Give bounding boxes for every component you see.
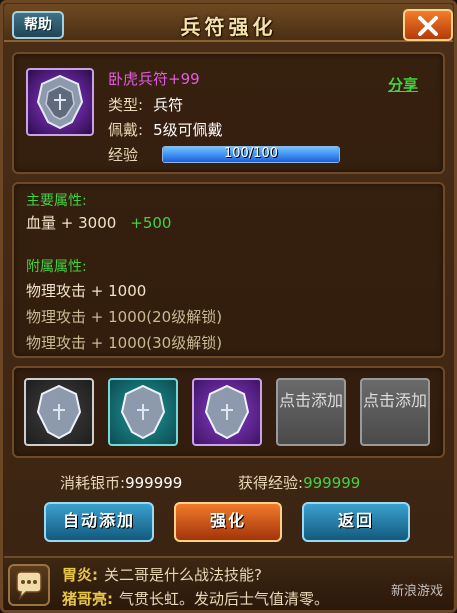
chat-speaker: 猪哥亮: [62, 590, 113, 608]
auto-add-button[interactable]: 自动添加 [44, 502, 154, 542]
chat-button[interactable] [8, 564, 50, 606]
material-slot-1[interactable] [24, 378, 94, 446]
exp-label: 经验 [108, 146, 139, 164]
close-button[interactable] [403, 9, 453, 41]
sub-attribute-row-locked: 物理攻击 + 1000(30级解锁) [26, 334, 223, 352]
exp-gain-label: 获得经验: [238, 474, 304, 492]
share-link[interactable]: 分享 [388, 74, 418, 95]
tiger-tally-icon [36, 74, 84, 130]
material-slots-panel: 点击添加 点击添加 [12, 366, 445, 458]
silver-cost-label: 消耗银币: [60, 474, 126, 492]
attributes-panel: 主要属性: 血量 + 3000 +500 附属属性: 物理攻击 + 1000 物理… [12, 182, 445, 358]
chat-message: 胃炎: 关二哥是什么战法技能? [62, 564, 262, 585]
tally-icon [204, 384, 250, 440]
dialog-title: 兵符强化 [180, 15, 277, 39]
type-label: 类型: [108, 96, 144, 114]
exp-gain: 获得经验:999999 [238, 472, 360, 493]
exp-gain-value: 999999 [303, 474, 361, 492]
chat-message: 猪哥亮: 气贯长虹。发动后士气值清零。 [62, 588, 329, 609]
chat-bubble-icon [16, 571, 42, 601]
chat-speaker: 胃炎: [62, 566, 98, 584]
main-attribute-bonus: +500 [130, 214, 172, 232]
exp-progress-bar: 100/100 [162, 146, 340, 163]
item-name: 卧虎兵符+99 [108, 70, 200, 88]
item-icon-frame[interactable] [26, 68, 94, 136]
title-bar: 帮助 兵符强化 [4, 4, 453, 42]
silver-cost: 消耗银币:999999 [60, 472, 182, 493]
item-info-panel: 卧虎兵符+99 类型: 兵符 佩戴: 5级可佩戴 经验 100/100 分享 [12, 52, 445, 174]
empty-slot-add-button[interactable]: 点击添加 [360, 378, 430, 446]
equip-value: 5级可佩戴 [153, 121, 223, 139]
chat-text: 气贯长虹。发动后士气值清零。 [119, 590, 330, 608]
material-slot-3[interactable] [192, 378, 262, 446]
back-button[interactable]: 返回 [302, 502, 410, 542]
material-slot-2[interactable] [108, 378, 178, 446]
main-attributes-title: 主要属性: [26, 193, 87, 209]
empty-slot-add-button[interactable]: 点击添加 [276, 378, 346, 446]
equip-label: 佩戴: [108, 121, 144, 139]
sub-attributes-title: 附属属性: [26, 259, 87, 275]
close-x-icon [418, 16, 438, 36]
item-type-row: 类型: 兵符 [108, 94, 183, 115]
strengthen-button[interactable]: 强化 [174, 502, 282, 542]
sub-attribute-row-locked: 物理攻击 + 1000(20级解锁) [26, 308, 223, 326]
silver-cost-value: 999999 [125, 474, 183, 492]
exp-progress-text: 100/100 [223, 146, 278, 161]
chat-text: 关二哥是什么战法技能? [104, 566, 262, 584]
item-equip-row: 佩戴: 5级可佩戴 [108, 119, 223, 140]
tally-icon [36, 384, 82, 440]
main-attribute-row: 血量 + 3000 +500 [26, 212, 171, 233]
watermark: 新浪游戏 [390, 584, 443, 599]
chat-bar: 胃炎: 关二哥是什么战法技能? 猪哥亮: 气贯长虹。发动后士气值清零。 新浪游戏 [4, 556, 453, 610]
type-value: 兵符 [153, 96, 184, 114]
main-attribute-text: 血量 + 3000 [26, 214, 117, 232]
tally-icon [120, 384, 166, 440]
sub-attribute-row: 物理攻击 + 1000 [26, 282, 147, 300]
